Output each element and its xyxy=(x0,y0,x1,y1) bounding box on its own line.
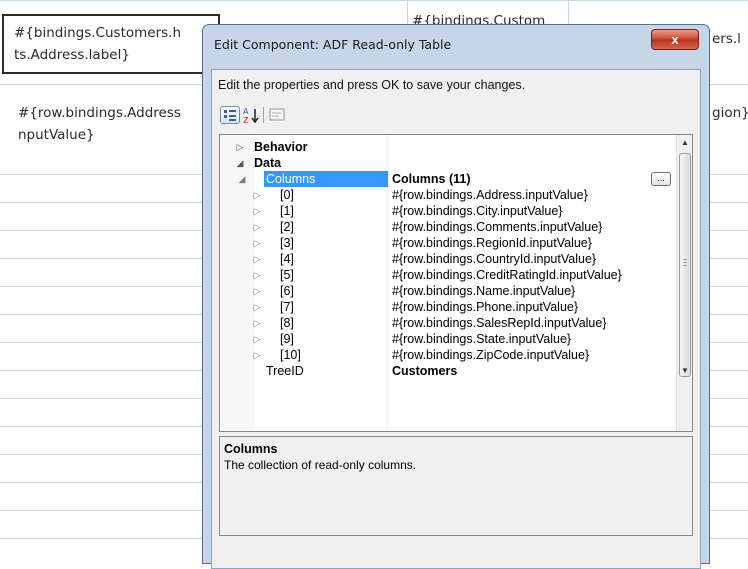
property-grid: ▷ Behavior ◢ Data ◢ Columns Columns (11)… xyxy=(219,134,693,432)
property-row-column[interactable]: ▷ [4] #{row.bindings.CountryId.inputValu… xyxy=(220,251,676,267)
header-cell-3[interactable]: ers.l xyxy=(712,30,748,49)
expand-icon[interactable]: ▷ xyxy=(242,347,272,363)
property-name: [2] xyxy=(280,220,294,234)
dialog-content: Edit the properties and press OK to save… xyxy=(202,24,710,550)
property-value: #{row.bindings.CountryId.inputValue} xyxy=(392,252,597,266)
row-cell-line-2[interactable]: nputValue} xyxy=(18,126,208,145)
property-name: [3] xyxy=(280,236,294,250)
description-text: The collection of read-only columns. xyxy=(224,458,417,472)
expand-icon[interactable]: ▷ xyxy=(242,219,272,235)
category-label: Data xyxy=(254,156,282,170)
property-name: Columns xyxy=(264,171,388,187)
property-value: #{row.bindings.State.inputValue} xyxy=(392,332,572,346)
expand-icon[interactable]: ▷ xyxy=(242,235,272,251)
category-label: Behavior xyxy=(254,140,308,154)
property-name: [5] xyxy=(280,268,294,282)
row-cell-3[interactable]: gion} xyxy=(712,104,748,123)
toolbar-separator xyxy=(263,107,264,123)
scroll-up-icon[interactable]: ▲ xyxy=(677,135,692,151)
categorized-icon xyxy=(224,110,236,121)
categorized-button[interactable] xyxy=(220,106,240,124)
scrollbar-thumb[interactable]: – – – xyxy=(679,153,691,377)
property-name: [1] xyxy=(280,204,294,218)
sort-alphabetical-icon: A Z xyxy=(243,107,259,125)
header-cell-line-1: #{bindings.Customers.h xyxy=(14,25,182,41)
property-value: #{row.bindings.CreditRatingId.inputValue… xyxy=(392,268,622,282)
property-row-column[interactable]: ▷ [1] #{row.bindings.City.inputValue} xyxy=(220,203,676,219)
ellipsis-button[interactable]: ... xyxy=(651,172,671,186)
property-value: #{row.bindings.RegionId.inputValue} xyxy=(392,236,592,250)
property-pages-icon xyxy=(269,108,285,121)
property-name: [7] xyxy=(280,300,294,314)
property-row-column[interactable]: ▷ [9] #{row.bindings.State.inputValue} xyxy=(220,331,676,347)
category-behavior[interactable]: ▷ Behavior xyxy=(220,139,676,155)
property-value: #{row.bindings.Address.inputValue} xyxy=(392,188,588,202)
property-name: [6] xyxy=(280,284,294,298)
expand-icon[interactable]: ▷ xyxy=(242,283,272,299)
property-value: #{row.bindings.Phone.inputValue} xyxy=(392,300,579,314)
property-name: TreeID xyxy=(266,364,304,378)
property-row-column[interactable]: ▷ [0] #{row.bindings.Address.inputValue} xyxy=(220,187,676,203)
property-value: #{row.bindings.ZipCode.inputValue} xyxy=(392,348,590,362)
property-grid-scrollbar[interactable]: ▲ – – – ▼ xyxy=(676,135,692,431)
expand-icon[interactable]: ▷ xyxy=(242,203,272,219)
property-value: Customers xyxy=(392,364,458,378)
scroll-down-icon[interactable]: ▼ xyxy=(677,363,692,379)
property-row-column[interactable]: ▷ [6] #{row.bindings.Name.inputValue} xyxy=(220,283,676,299)
property-value: #{row.bindings.Comments.inputValue} xyxy=(392,220,603,234)
description-pane: Columns The collection of read-only colu… xyxy=(219,436,693,536)
property-name: [8] xyxy=(280,316,294,330)
property-name: [10] xyxy=(280,348,301,362)
category-data[interactable]: ◢ Data xyxy=(220,155,676,171)
instructions-text: Edit the properties and press OK to save… xyxy=(218,78,526,92)
property-row-columns[interactable]: ◢ Columns Columns (11) ... xyxy=(220,171,676,187)
selected-header-cell[interactable]: #{bindings.Customers.h ts.Address.label} xyxy=(2,14,220,74)
expand-icon[interactable]: ▷ xyxy=(242,251,272,267)
grip-icon: – – – xyxy=(683,256,687,269)
property-name: [0] xyxy=(280,188,294,202)
property-row-column[interactable]: ▷ [8] #{row.bindings.SalesRepId.inputVal… xyxy=(220,315,676,331)
property-value: #{row.bindings.SalesRepId.inputValue} xyxy=(392,316,607,330)
property-name: [4] xyxy=(280,252,294,266)
expand-icon[interactable]: ▷ xyxy=(242,267,272,283)
svg-text:Z: Z xyxy=(243,116,249,124)
expand-icon[interactable]: ▷ xyxy=(242,331,272,347)
header-cell-line-2: ts.Address.label} xyxy=(14,47,130,63)
property-row-column[interactable]: ▷ [5] #{row.bindings.CreditRatingId.inpu… xyxy=(220,267,676,283)
description-title: Columns xyxy=(224,442,278,456)
property-row-column[interactable]: ▷ [3] #{row.bindings.RegionId.inputValue… xyxy=(220,235,676,251)
property-row-column[interactable]: ▷ [10] #{row.bindings.ZipCode.inputValue… xyxy=(220,347,676,363)
property-value: #{row.bindings.City.inputValue} xyxy=(392,204,563,218)
property-value: Columns (11) xyxy=(392,172,471,186)
collapse-icon[interactable]: ◢ xyxy=(230,171,254,187)
property-row-column[interactable]: ▷ [7] #{row.bindings.Phone.inputValue} xyxy=(220,299,676,315)
row-cell-line-1[interactable]: #{row.bindings.Address xyxy=(18,104,208,123)
property-value: #{row.bindings.Name.inputValue} xyxy=(392,284,576,298)
expand-icon[interactable]: ▷ xyxy=(242,315,272,331)
property-pages-button[interactable] xyxy=(268,106,288,124)
expand-icon[interactable]: ▷ xyxy=(242,299,272,315)
grid-line xyxy=(0,0,748,1)
alphabetical-button[interactable]: A Z xyxy=(242,106,262,125)
property-name: [9] xyxy=(280,332,294,346)
property-row-treeid[interactable]: TreeID Customers xyxy=(220,363,676,379)
property-row-column[interactable]: ▷ [2] #{row.bindings.Comments.inputValue… xyxy=(220,219,676,235)
svg-text:A: A xyxy=(243,107,249,116)
expand-icon[interactable]: ▷ xyxy=(242,187,272,203)
